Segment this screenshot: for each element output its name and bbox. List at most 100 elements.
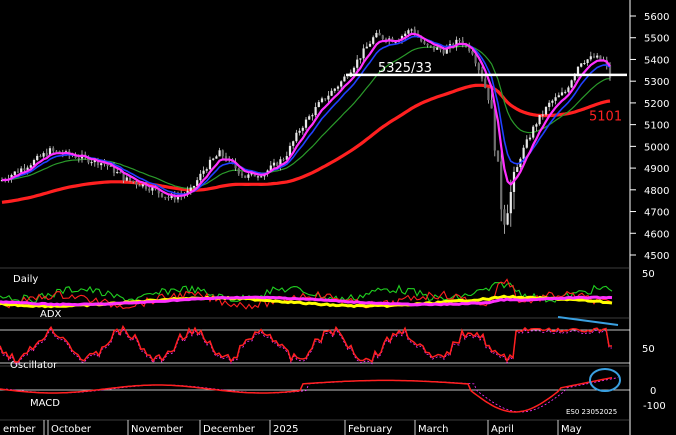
price-axis-tick-label: 5500 xyxy=(644,34,669,45)
candle-body xyxy=(340,81,343,87)
price-axis-tick-label: 5400 xyxy=(644,55,669,66)
candle-body xyxy=(404,33,407,36)
candle-body xyxy=(327,95,330,100)
candle-body xyxy=(189,187,192,191)
candle-body xyxy=(570,80,573,88)
candle-body xyxy=(458,39,461,41)
candle-body xyxy=(205,169,208,171)
candle-body xyxy=(471,50,474,55)
chart-canvas: 5325/33 5101 4500 4600 4700 4800 4900 5000 510… xyxy=(0,0,676,435)
candle-body xyxy=(509,191,512,214)
candle-body xyxy=(272,162,276,166)
candle-body xyxy=(381,35,384,39)
candle-body xyxy=(292,141,295,146)
time-axis-label: October xyxy=(51,424,92,435)
price-axis-tick-label: 5200 xyxy=(644,99,669,110)
candle-body xyxy=(560,92,564,96)
candle-body xyxy=(576,66,580,75)
time-axis-label: March xyxy=(418,424,448,435)
macd-tick-label-zero: 0 xyxy=(650,386,656,397)
candle-body xyxy=(199,173,202,181)
candle-body xyxy=(55,150,58,152)
time-axis-label: April xyxy=(491,424,514,435)
candle-body xyxy=(426,43,429,46)
candle-body xyxy=(484,78,487,88)
macd-tick-label-minus: -100 xyxy=(643,401,666,412)
candle-body xyxy=(52,148,55,151)
price-axis-tick-label: 5300 xyxy=(644,77,669,88)
price-axis-tick-label: 5600 xyxy=(644,12,669,23)
candle-body xyxy=(212,158,215,160)
time-axis-label: May xyxy=(561,424,582,435)
candle-body xyxy=(282,159,285,161)
candle-body xyxy=(586,59,589,63)
candle-body xyxy=(532,126,535,138)
candle-body xyxy=(298,130,301,133)
candle-body xyxy=(16,171,20,173)
candle-body xyxy=(436,47,439,50)
candle-body xyxy=(557,95,560,98)
candle-body xyxy=(516,167,519,172)
price-axis-tick-label: 4500 xyxy=(644,251,669,262)
candle-body xyxy=(148,188,151,191)
candle-body xyxy=(541,114,544,116)
candle-body xyxy=(304,119,308,128)
candle-body xyxy=(324,98,327,100)
candle-body xyxy=(260,176,263,178)
adx-tick-label: 50 xyxy=(642,269,655,280)
candle-body xyxy=(308,116,311,120)
candle-body xyxy=(525,139,528,148)
candle-body xyxy=(487,87,490,101)
candle-body xyxy=(77,157,80,159)
candle-body xyxy=(36,155,39,161)
candle-body xyxy=(320,98,324,103)
time-axis-label: December xyxy=(203,424,256,435)
candle-body xyxy=(295,132,298,142)
candle-body xyxy=(583,62,586,64)
candle-body xyxy=(503,209,506,225)
candle-body xyxy=(90,162,93,164)
candle-body xyxy=(375,32,378,38)
candle-body xyxy=(256,176,260,178)
price-axis-tick-label: 4900 xyxy=(644,164,669,175)
panel-label-macd: MACD xyxy=(30,398,60,409)
candle-body xyxy=(125,177,128,181)
candle-body xyxy=(356,59,359,68)
candle-body xyxy=(362,48,365,59)
candle-body xyxy=(564,91,567,93)
candle-body xyxy=(247,174,250,178)
candle-body xyxy=(544,107,548,115)
candle-body xyxy=(589,56,592,60)
candle-body xyxy=(359,58,362,60)
candle-body xyxy=(151,187,154,191)
candle-body xyxy=(141,184,144,187)
price-axis-tick-label: 5100 xyxy=(644,121,669,132)
candle-body xyxy=(221,150,224,157)
time-axis-label: ember xyxy=(3,424,36,435)
candle-body xyxy=(192,186,196,188)
candle-body xyxy=(599,55,602,60)
candle-body xyxy=(330,90,333,96)
candle-body xyxy=(592,56,596,58)
candle-body xyxy=(477,63,480,71)
candle-body xyxy=(333,88,336,91)
candle-body xyxy=(244,175,247,178)
candle-body xyxy=(522,147,525,159)
price-axis-tick-label: 4800 xyxy=(644,186,669,197)
moving-average-label: 5101 xyxy=(589,109,622,124)
candle-body xyxy=(160,193,164,197)
price-axis-tick-label: 4600 xyxy=(644,229,669,240)
candle-body xyxy=(442,49,445,54)
candle-body xyxy=(410,29,413,31)
oscillator-tick-label: 50 xyxy=(642,344,655,355)
candle-body xyxy=(336,86,340,89)
candle-body xyxy=(45,153,48,156)
candle-body xyxy=(122,173,125,181)
candle-body xyxy=(237,168,240,174)
candle-body xyxy=(138,184,141,187)
candle-body xyxy=(580,63,583,67)
candle-body xyxy=(551,100,554,103)
candle-body xyxy=(496,150,500,162)
candle-body xyxy=(432,46,436,50)
candle-body xyxy=(596,55,599,58)
